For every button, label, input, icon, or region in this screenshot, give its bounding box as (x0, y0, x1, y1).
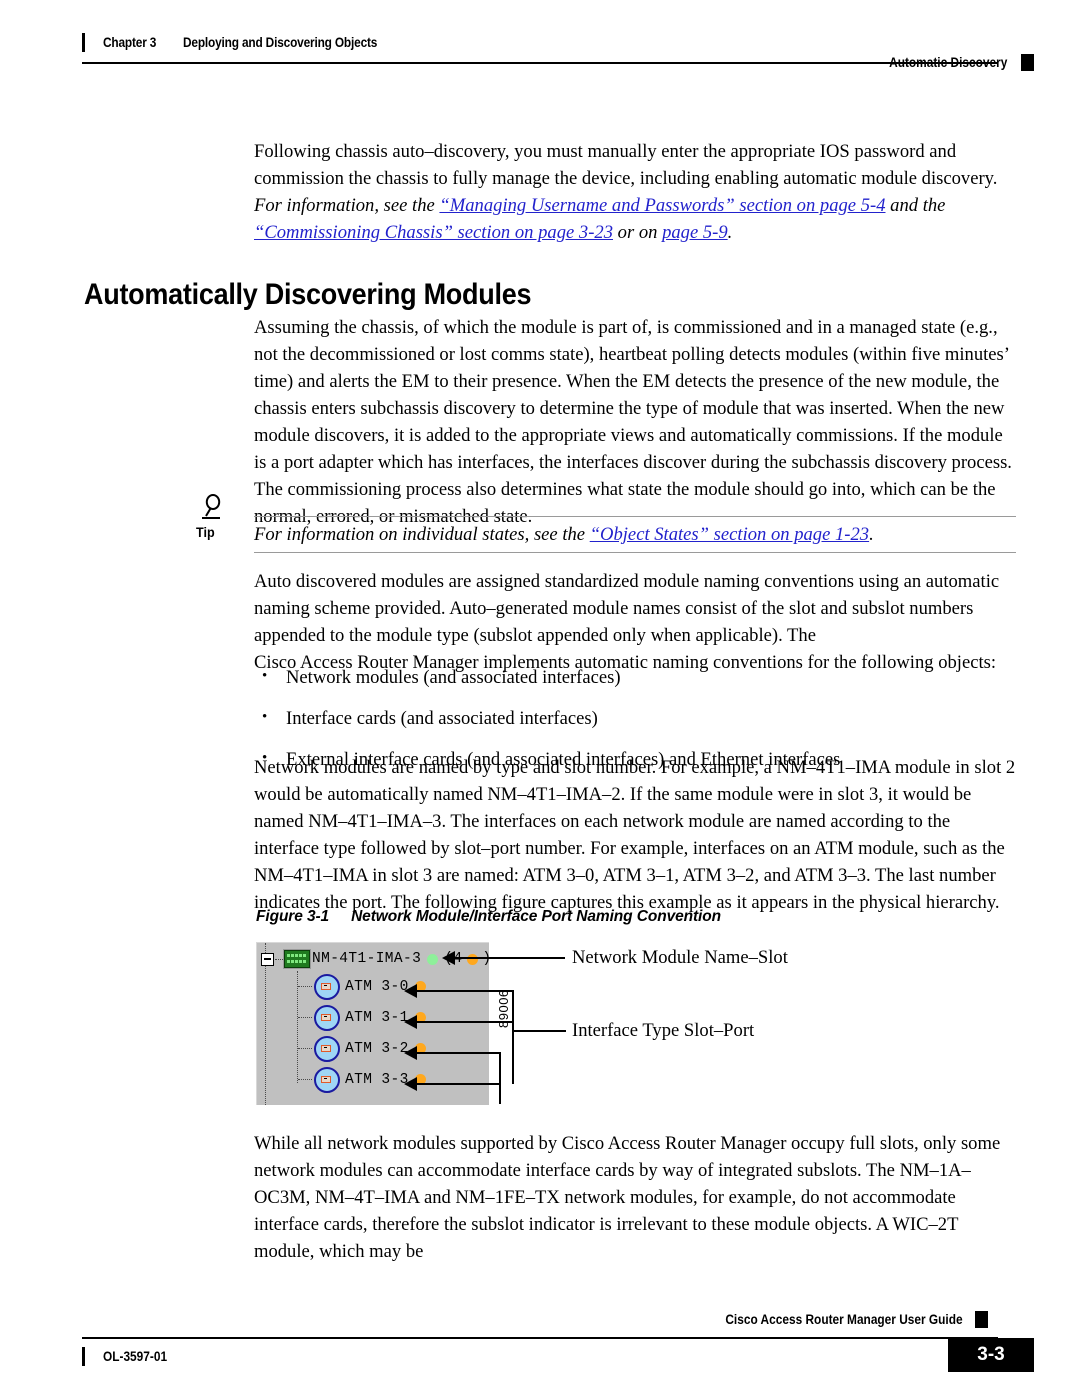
body-p2-line-1: Auto discovered modules are assigned sta… (254, 571, 1000, 592)
tree-connector (298, 986, 312, 987)
figure-caption: Figure 3-1 Network Module/Interface Port … (256, 908, 721, 926)
tree-node-child[interactable]: ATM 3-1 (257, 1002, 426, 1033)
footer-page-number: 3-3 (948, 1338, 1034, 1372)
callout-label-top: Network Module Name–Slot (572, 947, 788, 968)
figure-title: Network Module/Interface Port Naming Con… (351, 908, 721, 925)
header-chapter-title: Deploying and Discovering Objects (183, 35, 378, 50)
header-rule (82, 62, 998, 64)
link-page-5-9[interactable]: page 5-9 (662, 222, 728, 243)
body-p2-line-2: naming scheme provided. Auto–generated m… (254, 598, 974, 619)
callout-arrow-root (442, 951, 455, 965)
footer-right-block (975, 1311, 988, 1328)
body-paragraph-3: Network modules are named by type and sl… (254, 757, 1016, 913)
body-paragraph-4-wrap: While all network modules supported by C… (254, 1130, 1016, 1265)
tip-label: Tip (196, 524, 215, 540)
tip-rule-bottom (254, 552, 1016, 553)
interface-port-icon (314, 1004, 340, 1031)
body-paragraph-3-wrap: Network modules are named by type and sl… (254, 754, 1016, 916)
footer-left-tick (82, 1347, 85, 1366)
tree-node-root[interactable]: NM-4T1-IMA-3 (4 ) (261, 946, 492, 972)
interface-port-icon (314, 1035, 340, 1062)
tree-root-count-close: ) (482, 951, 492, 967)
callout-arrow-child-1 (404, 1015, 417, 1029)
collapse-toggle-icon[interactable] (261, 952, 274, 966)
callout-line-root (455, 957, 565, 959)
link-managing-username-passwords[interactable]: “Managing Username and Passwords” sectio… (439, 195, 885, 216)
tree-node-child[interactable]: ATM 3-3 (257, 1064, 426, 1095)
figure-graphic: NM-4T1-IMA-3 (4 ) ATM 3-0 ATM 3-1 ATM 3-… (256, 942, 788, 1105)
intro-line-3-post: and the (885, 195, 946, 216)
footer-guide-title: Cisco Access Router Manager User Guide (725, 1312, 963, 1327)
callout-line-child-3 (417, 1083, 500, 1085)
tree-connector (298, 1017, 312, 1018)
header-section-title: Automatic Discovery (888, 55, 1007, 70)
list-item: Interface cards (and associated interfac… (254, 704, 1016, 732)
tree-child-label: ATM 3-1 (345, 1009, 409, 1026)
footer-docid-group: OL-3597-01 (82, 1347, 176, 1366)
tip-text-post: . (869, 524, 874, 545)
body-p2-line-3: appended to the module type (subslot app… (254, 625, 816, 646)
footer-guide-group: Cisco Access Router Manager User Guide (693, 1311, 988, 1328)
footer-doc-id: OL-3597-01 (103, 1349, 168, 1364)
footer-rule (82, 1337, 998, 1339)
page-header: Chapter 3 Deploying and Discovering Obje… (0, 0, 1080, 80)
tree-child-label: ATM 3-3 (345, 1071, 409, 1088)
body-paragraph-4: While all network modules supported by C… (254, 1133, 1001, 1262)
interface-port-icon (314, 973, 340, 1000)
callout-arrow-child-0 (404, 984, 417, 998)
intro-line-4-mid: or on (613, 222, 663, 243)
network-module-card-icon (284, 950, 310, 968)
header-section-group: Automatic Discovery (873, 54, 1034, 71)
page-footer: Cisco Access Router Manager User Guide O… (0, 1305, 1080, 1375)
page-title: Automatically Discovering Modules (84, 278, 532, 312)
tree-children: ATM 3-0 ATM 3-1 ATM 3-2 ATM 3-3 (257, 971, 426, 1095)
tree-connector (298, 1048, 312, 1049)
status-dot-orange (467, 953, 479, 965)
tree-panel: NM-4T1-IMA-3 (4 ) ATM 3-0 ATM 3-1 ATM 3-… (256, 942, 492, 1105)
tip-rule-top (254, 516, 1016, 517)
callout-label-bottom: Interface Type Slot–Port (572, 1020, 755, 1041)
intro-line-1: Following chassis auto–discovery, you mu… (254, 141, 957, 162)
figure-id: 89006 (496, 989, 511, 1028)
callout-arrow-child-2 (404, 1046, 417, 1060)
tree-node-child[interactable]: ATM 3-0 (257, 971, 426, 1002)
header-left-tick (82, 33, 85, 52)
body-paragraph-1: Assuming the chassis, of which the modul… (254, 317, 1012, 527)
interface-port-icon (314, 1066, 340, 1093)
callout-bracket-vertical (512, 990, 514, 1084)
tip-text: For information on individual states, se… (254, 522, 874, 547)
status-dot-green (427, 953, 439, 965)
intro-line-4-tail: . (727, 222, 733, 243)
callout-bracket-stem (512, 1030, 566, 1032)
list-item: Network modules (and associated interfac… (254, 663, 1016, 691)
tree-child-label: ATM 3-2 (345, 1040, 409, 1057)
header-right-block (1021, 54, 1034, 71)
header-chapter-number: Chapter 3 (103, 35, 157, 50)
intro-line-3-pre: information, see the (286, 195, 440, 216)
tree-connector (275, 958, 283, 960)
tip-text-pre: For information on individual states, se… (254, 524, 590, 545)
tree-node-child[interactable]: ATM 3-2 (257, 1033, 426, 1064)
body-paragraph-2-wrap: Auto discovered modules are assigned sta… (254, 568, 1016, 676)
tree-connector (298, 1079, 312, 1080)
link-object-states[interactable]: “Object States” section on page 1-23 (590, 524, 869, 545)
header-chapter-group: Chapter 3 Deploying and Discovering Obje… (82, 33, 404, 52)
link-commissioning-chassis[interactable]: “Commissioning Chassis” section on page … (254, 222, 613, 243)
body-paragraph-1-wrap: Assuming the chassis, of which the modul… (254, 314, 1016, 530)
tree-child-label: ATM 3-0 (345, 978, 409, 995)
intro-line-2: commission the chassis to fully manage t… (254, 168, 998, 189)
magnifying-glass-icon (200, 494, 228, 520)
intro-paragraph: Following chassis auto–discovery, you mu… (254, 138, 1016, 246)
tree-root-label: NM-4T1-IMA-3 (312, 951, 422, 967)
figure-number: Figure 3-1 (256, 908, 330, 925)
intro-italic-tail: For (254, 195, 282, 216)
callout-arrow-child-3 (404, 1077, 417, 1091)
figure-id-box-left (499, 1052, 501, 1104)
callout-line-child-2 (417, 1052, 500, 1054)
